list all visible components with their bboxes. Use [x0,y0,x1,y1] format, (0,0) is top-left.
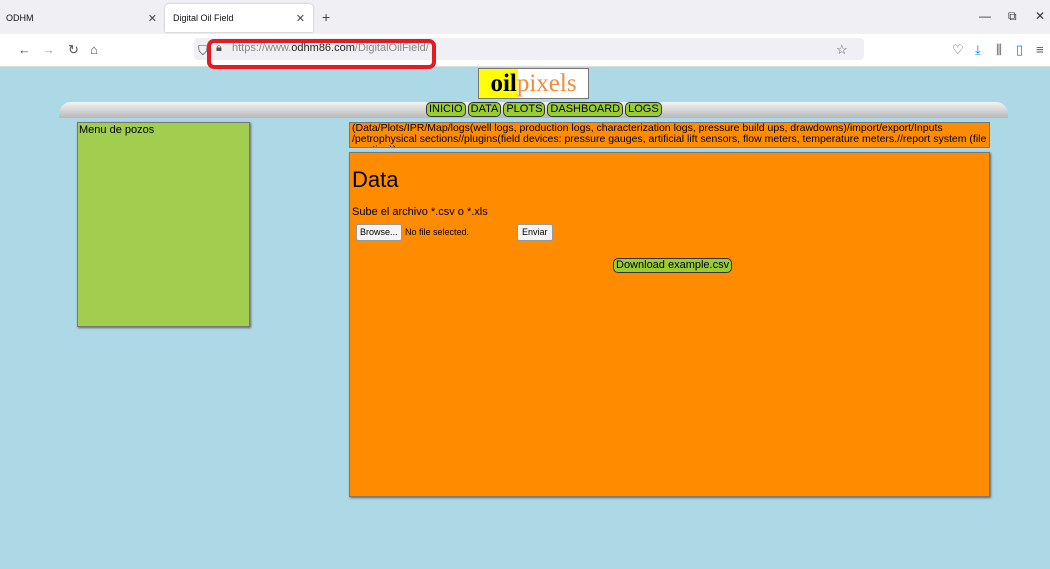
home-icon[interactable]: ⌂ [90,42,98,57]
back-icon[interactable]: ← [18,42,31,57]
url-highlight-box [207,39,436,69]
pocket-icon[interactable]: ♡ [952,42,964,58]
close-icon[interactable]: ✕ [148,12,157,25]
library-icon[interactable]: ⫼ [996,42,1002,58]
main-menu: INICIO DATA PLOTS DASHBOARD LOGS [426,102,662,117]
logo-oil-text: oil [490,69,517,97]
wells-menu-title: Menu de pozos [79,124,155,136]
window-close-icon[interactable]: ✕ [1035,9,1045,23]
download-icon[interactable]: ⤓ [975,42,981,58]
page-title: Data [352,167,399,192]
data-panel: Data Sube el archivo *.csv o *.xls Brows… [349,152,990,497]
submit-button[interactable]: Enviar [517,224,553,241]
browse-button[interactable]: Browse... [356,224,402,241]
forward-icon[interactable]: → [42,42,55,57]
restore-icon[interactable]: ⧉ [1008,9,1017,24]
menu-inicio[interactable]: INICIO [426,102,466,117]
info-text: (Data/Plots/IPR/Map/logs(well logs, prod… [352,122,987,147]
tab-label: ODHM [6,13,34,23]
logo-pixels-text: pixels [516,69,577,97]
site-logo[interactable]: oil pixels [478,68,589,99]
tab-digital-oil-field[interactable]: Digital Oil Field ✕ [165,4,313,32]
info-panel: (Data/Plots/IPR/Map/logs(well logs, prod… [349,122,990,148]
tab-odhm[interactable]: ODHM ✕ [0,4,165,32]
menu-data[interactable]: DATA [467,102,502,117]
menu-logs[interactable]: LOGS [625,102,662,117]
menu-dashboard[interactable]: DASHBOARD [547,102,624,117]
tab-label: Digital Oil Field [173,13,234,23]
reload-icon[interactable]: ↻ [68,42,79,58]
bookmark-star-icon[interactable]: ☆ [836,42,848,58]
upload-instructions: Sube el archivo *.csv o *.xls [352,206,488,218]
wells-menu-panel: Menu de pozos [77,122,250,327]
navigation-bar: ← → ↻ ⌂ ⛉ 🔒︎ https://www.odhm86.com/Digi… [0,34,1050,67]
extension-icon[interactable]: ▯ [1016,42,1023,58]
minimize-icon[interactable]: — [979,9,991,23]
tab-bar: ODHM ✕ Digital Oil Field ✕ + — ⧉ ✕ [0,0,1050,34]
menu-plots[interactable]: PLOTS [503,102,546,117]
menu-icon[interactable]: ≡ [1036,42,1044,57]
download-example-button[interactable]: Download example.csv [613,258,733,273]
close-icon[interactable]: ✕ [296,12,305,25]
new-tab-icon[interactable]: + [322,9,330,25]
file-status: No file selected. [405,227,470,237]
